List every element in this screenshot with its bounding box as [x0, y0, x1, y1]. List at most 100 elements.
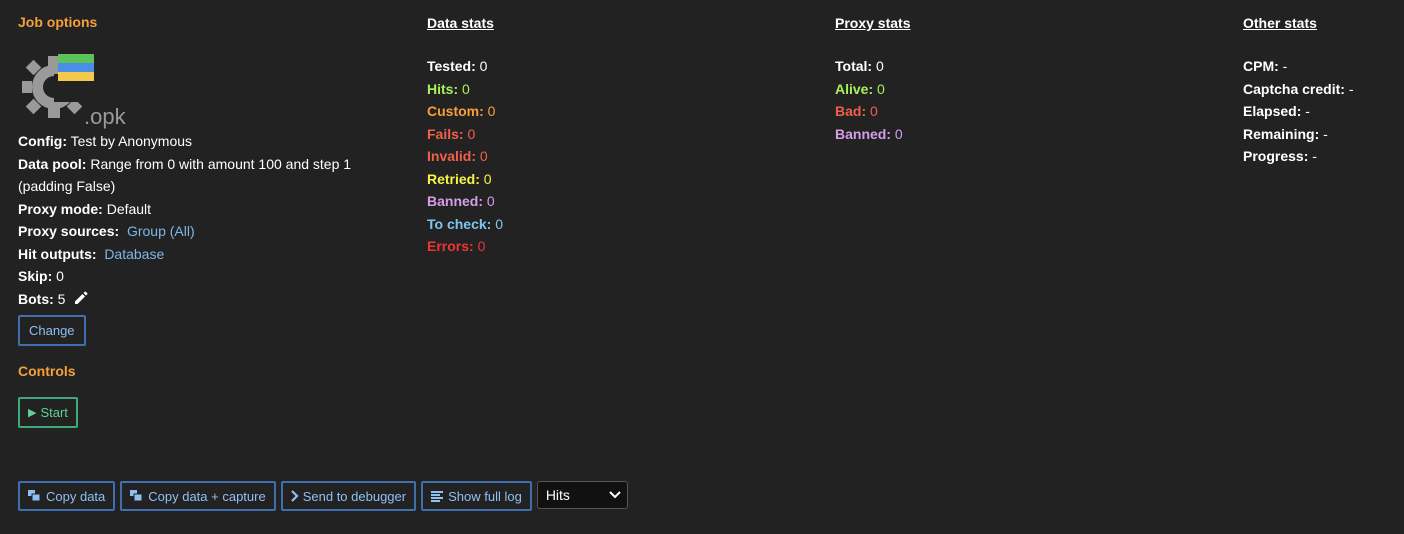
copy-icon: [130, 490, 143, 502]
data-stats-title: Data stats: [427, 15, 494, 31]
controls-title: Controls: [18, 363, 76, 379]
start-label: Start: [40, 405, 68, 420]
data-stat-row: To check: 0: [427, 213, 807, 236]
other-stat-row: Captcha credit: -: [1243, 78, 1403, 101]
list-icon: [431, 490, 444, 502]
job-logo: .opk: [18, 52, 128, 130]
data-stat-label: Invalid:: [427, 148, 477, 164]
job-page: Job options .opk Config: Test by Anonymo…: [0, 0, 1404, 534]
proxy-stat-row: Alive: 0: [835, 78, 1215, 101]
hits-toolbar: Copy data Copy data + capture Send to de…: [18, 481, 628, 511]
data-stat-value: 0: [479, 58, 488, 74]
data-stat-label: Fails:: [427, 125, 464, 142]
proxymode-label: Proxy mode:: [18, 200, 103, 217]
bots-value: 5: [57, 290, 66, 307]
proxy-stat-label: Bad:: [835, 103, 867, 119]
send-to-debugger-label: Send to debugger: [302, 488, 407, 504]
send-to-debugger-button[interactable]: Send to debugger: [280, 481, 417, 511]
other-stat-value: -: [1348, 80, 1354, 97]
other-stat-row: Elapsed: -: [1243, 100, 1403, 123]
other-stats-title: Other stats: [1243, 15, 1317, 31]
data-stats-list: Tested: 0 Hits: 0 Custom: 0 Fails: 0 Invalid…: [427, 55, 807, 258]
other-stat-label: Remaining:: [1243, 125, 1320, 142]
chevron-down-icon: [609, 491, 621, 499]
other-stat-label: Captcha credit:: [1243, 80, 1345, 97]
config-line: Config: Test by Anonymous: [18, 130, 408, 153]
proxy-stats-title: Proxy stats: [835, 15, 911, 31]
copy-icon: [28, 490, 41, 502]
data-stat-row: Hits: 0: [427, 78, 807, 101]
data-stat-label: Hits:: [427, 80, 459, 97]
show-full-log-label: Show full log: [448, 488, 522, 504]
data-stat-row: Fails: 0: [427, 123, 807, 146]
data-stat-row: Tested: 0: [427, 55, 807, 78]
proxy-stat-value: 0: [870, 103, 878, 119]
other-stat-row: CPM: -: [1243, 55, 1403, 78]
proxy-stat-label: Banned:: [835, 125, 891, 142]
hits-filter-select[interactable]: Hits: [536, 481, 628, 509]
data-stat-label: Banned:: [427, 193, 483, 209]
datapool-label: Data pool:: [18, 155, 87, 172]
data-stat-value: 0: [483, 170, 492, 187]
proxysources-line: Proxy sources: Group (All): [18, 220, 408, 243]
proxy-stat-value: 0: [894, 125, 903, 142]
data-stats-panel: Data stats Tested: 0 Hits: 0 Custom: 0 Fail…: [427, 14, 807, 258]
data-stat-value: 0: [479, 148, 488, 164]
data-stat-value: 0: [477, 238, 486, 254]
data-stat-row: Banned: 0: [427, 190, 807, 213]
other-stat-label: Elapsed:: [1243, 103, 1302, 119]
bots-label: Bots:: [18, 290, 54, 307]
data-stat-label: Errors:: [427, 238, 474, 254]
config-value: Test by Anonymous: [70, 133, 193, 149]
data-stat-label: Tested:: [427, 58, 476, 74]
data-stat-row: Invalid: 0: [427, 145, 807, 168]
proxymode-value: Default: [106, 200, 152, 217]
other-stat-row: Remaining: -: [1243, 123, 1403, 146]
other-stat-label: Progress:: [1243, 148, 1309, 164]
proxy-stat-value: 0: [875, 58, 884, 74]
other-stats-list: CPM: - Captcha credit: - Elapsed: - Remaini…: [1243, 55, 1403, 168]
proxy-stat-value: 0: [877, 80, 885, 97]
proxy-stats-panel: Proxy stats Total: 0 Alive: 0 Bad: 0 Banned…: [835, 14, 1215, 145]
other-stat-value: -: [1323, 125, 1328, 142]
data-stat-label: To check:: [427, 215, 492, 232]
skip-label: Skip:: [18, 268, 53, 284]
gear-icon: .opk: [22, 54, 127, 129]
copy-data-capture-button[interactable]: Copy data + capture: [120, 481, 276, 511]
other-stats-panel: Other stats CPM: - Captcha credit: - Elaps…: [1243, 14, 1403, 168]
data-stat-label: Retried:: [427, 170, 480, 187]
data-stat-value: 0: [467, 125, 476, 142]
hitoutputs-line: Hit outputs: Database: [18, 243, 408, 266]
data-stat-row: Custom: 0: [427, 100, 807, 123]
other-stat-value: -: [1312, 148, 1317, 164]
data-stat-value: 0: [487, 103, 496, 119]
proxysources-link[interactable]: Group (All): [127, 223, 195, 239]
start-button[interactable]: ▶ Start: [18, 397, 78, 428]
config-label: Config:: [18, 133, 67, 149]
bots-line: Bots: 5: [18, 288, 408, 311]
proxy-stat-row: Total: 0: [835, 55, 1215, 78]
copy-data-label: Copy data: [46, 488, 106, 504]
hitoutputs-label: Hit outputs:: [18, 245, 97, 262]
data-stat-value: 0: [486, 193, 495, 209]
other-stat-row: Progress: -: [1243, 145, 1403, 168]
data-stat-value: 0: [462, 80, 470, 97]
data-stat-value: 0: [495, 215, 503, 232]
proxy-stat-row: Bad: 0: [835, 100, 1215, 123]
show-full-log-button[interactable]: Show full log: [421, 481, 532, 511]
proxy-stat-row: Banned: 0: [835, 123, 1215, 146]
job-options-title: Job options: [18, 14, 98, 30]
datapool-line: Data pool: Range from 0 with amount 100 …: [18, 153, 408, 198]
copy-data-button[interactable]: Copy data: [18, 481, 116, 511]
proxy-stat-label: Total:: [835, 58, 873, 74]
logo-text: .opk: [84, 104, 127, 129]
data-stat-row: Errors: 0: [427, 235, 807, 258]
hitoutputs-link[interactable]: Database: [104, 246, 164, 262]
job-options-panel: Job options .opk Config: Test by Anonymo…: [18, 14, 408, 428]
copy-data-capture-label: Copy data + capture: [148, 488, 266, 504]
play-icon: ▶: [28, 407, 37, 419]
hits-filter-value: Hits: [545, 487, 570, 503]
edit-pencil-icon[interactable]: [73, 290, 89, 306]
chevron-right-icon: [290, 490, 299, 502]
change-button[interactable]: Change: [18, 315, 86, 346]
